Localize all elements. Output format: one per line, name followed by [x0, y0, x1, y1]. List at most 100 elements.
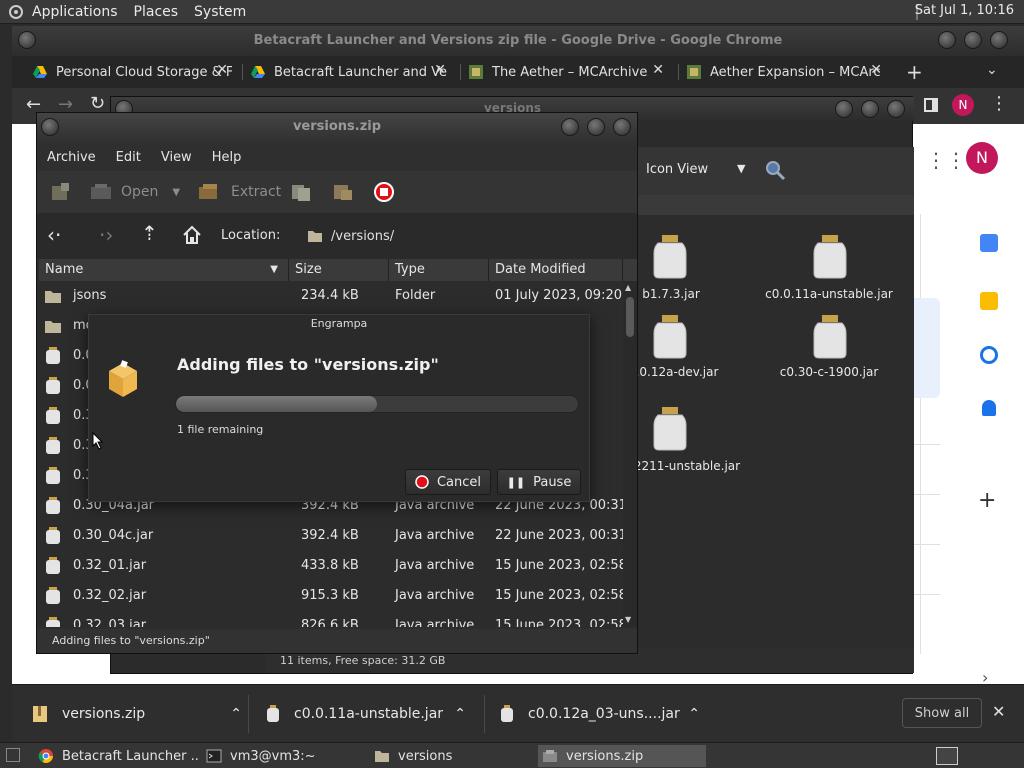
home-icon[interactable] — [181, 224, 203, 246]
menu-archive[interactable]: Archive — [37, 150, 106, 165]
side-panel-icon[interactable] — [924, 98, 938, 112]
extract-button[interactable]: Extract — [197, 171, 281, 213]
workspace-switcher[interactable] — [936, 747, 958, 765]
download-item-c0-0-12a[interactable]: c0.0.12a_03-uns....jar ⌃ — [500, 685, 700, 743]
table-row[interactable]: 0.32_02.jar 915.3 kB Java archive 15 June 2… — [39, 581, 623, 611]
kebab-menu-icon[interactable]: ⋮ — [990, 93, 1008, 114]
file-date: 15 June 2023, 02:58 — [495, 618, 623, 627]
close-icon[interactable]: ✕ — [216, 62, 228, 78]
scrollbar-thumb[interactable] — [626, 297, 634, 337]
chevron-down-icon[interactable]: ▼ — [172, 187, 180, 198]
add-folder-button[interactable] — [331, 171, 355, 213]
table-row[interactable]: jsons 234.4 kB Folder 01 July 2023, 09:20 — [39, 281, 623, 311]
scroll-up-arrow-icon[interactable]: ▲ — [625, 283, 631, 292]
tasks-icon[interactable] — [980, 346, 998, 364]
clock[interactable]: Sat Jul 1, 10:16 — [915, 3, 1014, 18]
location-field[interactable]: /versions/ — [299, 221, 637, 251]
close-icon[interactable]: ✕ — [870, 62, 882, 78]
file-size: 915.3 kB — [301, 588, 359, 603]
places-menu[interactable]: Places — [126, 4, 187, 20]
up-arrow-icon[interactable]: ⇡ — [141, 221, 158, 245]
menu-help[interactable]: Help — [202, 150, 252, 165]
chevron-up-icon[interactable]: ⌃ — [454, 706, 466, 722]
window-menu-button[interactable] — [18, 31, 36, 49]
view-mode-select[interactable]: Icon View — [646, 162, 708, 177]
table-row[interactable]: 0.32_01.jar 433.8 kB Java archive 15 June 2… — [39, 551, 623, 581]
column-size[interactable]: Size — [289, 259, 389, 281]
mate-logo-icon[interactable] — [8, 4, 24, 20]
tab-aether-expansion[interactable]: Aether Expansion – MCArc ✕ — [686, 58, 886, 86]
task-terminal[interactable]: vm3@vm3:~ — [206, 745, 366, 767]
contacts-icon[interactable] — [982, 400, 996, 416]
close-icon[interactable]: ✕ — [652, 62, 664, 78]
profile-avatar[interactable]: N — [952, 94, 974, 116]
window-menu-button[interactable] — [41, 118, 59, 136]
chevron-up-icon[interactable]: ⌃ — [230, 706, 242, 722]
chevron-down-icon[interactable]: ▼ — [737, 162, 745, 175]
close-button[interactable] — [990, 31, 1008, 49]
reload-icon[interactable]: ↻ — [90, 93, 105, 114]
tab-personal-cloud-storage[interactable]: Personal Cloud Storage & F ✕ — [32, 58, 232, 86]
table-row[interactable]: 0.32_03.jar 826.6 kB Java archive 15 June 2… — [39, 611, 623, 627]
add-files-button[interactable] — [289, 171, 313, 213]
keep-icon[interactable] — [980, 292, 998, 310]
maximize-button[interactable] — [861, 100, 879, 118]
back-arrow-icon[interactable]: ‹· — [47, 223, 61, 247]
chevron-up-icon[interactable]: ⌃ — [688, 706, 700, 722]
download-separator — [248, 695, 249, 733]
account-avatar[interactable]: N — [966, 142, 998, 174]
calendar-icon[interactable] — [980, 234, 998, 252]
jar-file-icon[interactable] — [652, 407, 688, 451]
column-type[interactable]: Type — [389, 259, 489, 281]
show-all-button[interactable]: Show all — [902, 698, 982, 728]
minimize-button[interactable] — [561, 118, 579, 136]
package-icon — [109, 360, 137, 397]
search-icon[interactable] — [764, 159, 786, 181]
system-menu[interactable]: System — [186, 4, 254, 20]
column-name[interactable]: Name ▼ — [39, 259, 289, 281]
show-desktop-icon[interactable] — [6, 748, 20, 762]
chrome-icon — [38, 749, 53, 763]
download-item-versions-zip[interactable]: versions.zip ⌃ — [32, 685, 242, 743]
jar-file-icon[interactable] — [652, 235, 688, 279]
pause-button[interactable]: ❚❚ Pause — [497, 469, 581, 495]
open-button[interactable]: Open ▼ — [89, 171, 180, 213]
column-date-modified[interactable]: Date Modified — [489, 259, 623, 281]
table-row[interactable]: 0.30_04c.jar 392.4 kB Java archive 22 June … — [39, 521, 623, 551]
forward-arrow-icon[interactable]: ·› — [99, 223, 113, 247]
jar-file-icon[interactable] — [652, 315, 688, 359]
applications-menu[interactable]: Applications — [24, 4, 126, 20]
download-item-c0-0-11a[interactable]: c0.0.11a-unstable.jar ⌃ — [266, 685, 466, 743]
cancel-button[interactable]: Cancel — [405, 469, 491, 495]
task-versions-folder[interactable]: versions — [374, 745, 534, 767]
google-drive-icon — [251, 66, 265, 78]
new-archive-button[interactable] — [49, 171, 71, 213]
task-versions-zip[interactable]: versions.zip — [538, 745, 706, 767]
maximize-button[interactable] — [964, 31, 982, 49]
jar-file-icon[interactable] — [812, 235, 848, 279]
apps-grid-icon[interactable]: ⋮⋮ — [926, 148, 966, 172]
task-label: versions.zip — [566, 748, 644, 764]
menu-view[interactable]: View — [151, 150, 202, 165]
stop-button[interactable] — [373, 171, 395, 213]
close-button[interactable] — [887, 100, 905, 118]
tab-betacraft-launcher[interactable]: Betacraft Launcher and Ve ✕ — [250, 58, 450, 86]
close-icon[interactable]: ✕ — [992, 702, 1005, 721]
close-icon[interactable]: ✕ — [434, 62, 446, 78]
file-list-scrollbar[interactable]: ▲ ▼ — [623, 281, 637, 627]
tab-the-aether[interactable]: The Aether – MCArchive ✕ — [468, 58, 668, 86]
pause-label: Pause — [533, 474, 572, 490]
file-size: 392.4 kB — [301, 528, 359, 543]
jar-file-icon[interactable] — [812, 315, 848, 359]
scroll-down-arrow-icon[interactable]: ▼ — [625, 615, 631, 624]
new-tab-plus-icon[interactable]: + — [906, 60, 923, 84]
minimize-button[interactable] — [938, 31, 956, 49]
add-addon-plus-icon[interactable]: + — [978, 488, 996, 513]
chrome-title: Betacraft Launcher and Versions zip file… — [12, 26, 1024, 56]
menu-edit[interactable]: Edit — [106, 150, 151, 165]
close-button[interactable] — [613, 118, 631, 136]
tab-search-chevron-icon[interactable]: ⌄ — [986, 62, 998, 78]
minimize-button[interactable] — [835, 100, 853, 118]
task-betacraft-chrome[interactable]: Betacraft Launcher ... — [38, 745, 198, 767]
maximize-button[interactable] — [587, 118, 605, 136]
